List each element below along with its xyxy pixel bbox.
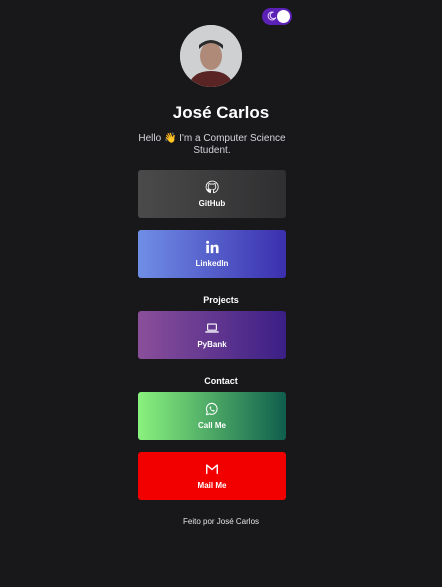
moon-icon: [267, 11, 277, 21]
gmail-icon: [206, 463, 218, 474]
mail-me-label: Mail Me: [197, 480, 227, 490]
linkedin-icon: [206, 240, 219, 253]
theme-toggle[interactable]: [262, 8, 292, 25]
mail-me-button[interactable]: Mail Me: [138, 452, 286, 500]
pybank-label: PyBank: [197, 339, 227, 349]
github-button[interactable]: GitHub: [138, 170, 286, 218]
contact-title: Contact: [204, 376, 238, 386]
profile-name: José Carlos: [172, 103, 270, 122]
toggle-knob: [277, 10, 290, 23]
footer-credit: Feito por José Carlos: [182, 517, 260, 526]
github-label: GitHub: [198, 198, 226, 208]
whatsapp-icon: [205, 402, 218, 415]
call-me-label: Call Me: [197, 420, 226, 430]
profile-bio: Hello 👋 I'm a Computer Science Student.: [138, 133, 286, 156]
call-me-button[interactable]: Call Me: [138, 392, 286, 440]
linkedin-label: LinkedIn: [195, 258, 229, 268]
github-icon: [205, 180, 219, 193]
pybank-button[interactable]: PyBank: [138, 311, 286, 359]
profile-photo: [180, 25, 242, 87]
page: José Carlos Hello 👋 I'm a Computer Scien…: [0, 0, 442, 587]
laptop-icon: [205, 322, 219, 333]
avatar: [180, 25, 242, 87]
projects-title: Projects: [203, 295, 239, 305]
linkedin-button[interactable]: LinkedIn: [138, 230, 286, 278]
